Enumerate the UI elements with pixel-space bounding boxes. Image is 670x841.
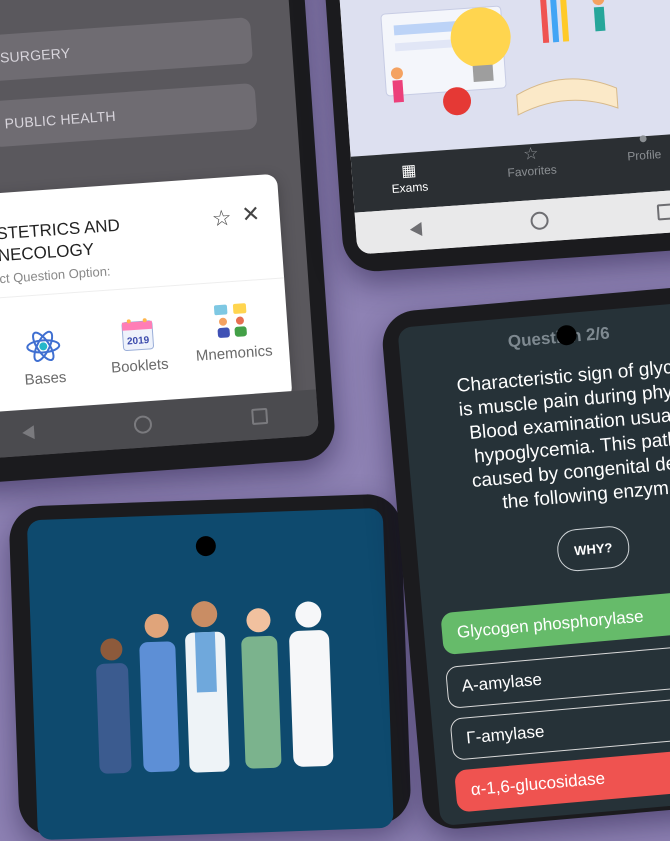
- option-label: Bases: [24, 368, 67, 389]
- sheet-subtitle: ct Question Option:: [0, 263, 111, 287]
- option-mnemonics[interactable]: Mnemonics: [186, 298, 280, 365]
- calendar-2019-icon: 2019: [121, 318, 155, 352]
- doctor-figure-1: [96, 638, 132, 774]
- phone-specialties: SURGERY PUBLIC HEALTH STETRICS AND NECOL…: [0, 0, 337, 485]
- tab-favorites[interactable]: ☆ Favorites: [490, 141, 572, 180]
- home-icon[interactable]: [529, 211, 550, 231]
- back-icon[interactable]: [21, 425, 35, 441]
- quiz-screen: Question 2/6 Characteristic sign of glyc…: [397, 300, 670, 827]
- svg-text:2019: 2019: [127, 335, 150, 348]
- tab-profile[interactable]: ● Profile: [608, 128, 670, 165]
- why-button[interactable]: WHY?: [555, 524, 631, 573]
- option-label: Mnemonics: [195, 342, 274, 365]
- doctor-figure-3: [185, 601, 230, 773]
- option-bases[interactable]: Bases: [7, 324, 81, 390]
- list-item-public-health[interactable]: PUBLIC HEALTH: [0, 82, 258, 148]
- atom-icon: [26, 330, 61, 362]
- specialties-screen: SURGERY PUBLIC HEALTH STETRICS AND NECOL…: [0, 0, 320, 460]
- doctor-figure-4: [241, 608, 282, 769]
- phone-home: ▦ Exams ☆ Favorites ● Profile: [316, 0, 670, 274]
- list-item-surgery[interactable]: SURGERY: [0, 17, 254, 82]
- question-text: Characteristic sign of glycog is muscle …: [410, 350, 670, 522]
- phone-poster: [8, 493, 412, 841]
- question-progress: Question 2/6: [507, 323, 611, 352]
- close-icon[interactable]: ✕: [241, 201, 261, 228]
- people-chat-icon: [213, 303, 247, 338]
- option-booklets[interactable]: 2019 Booklets: [98, 311, 178, 377]
- list-item-label: PUBLIC HEALTH: [4, 107, 117, 132]
- question-option-sheet: STETRICS AND NECOLOGY ct Question Option…: [0, 173, 293, 421]
- home-icon[interactable]: [133, 414, 153, 435]
- poster-screen: [26, 507, 394, 841]
- sheet-title: STETRICS AND NECOLOGY: [0, 215, 122, 268]
- phone-quiz: Question 2/6 Characteristic sign of glyc…: [379, 284, 670, 832]
- option-label: Booklets: [110, 355, 170, 377]
- doctor-figure-5: [289, 601, 334, 767]
- recents-icon[interactable]: [251, 407, 269, 425]
- answer-option-correct[interactable]: Glycogen phosphorylase: [440, 587, 670, 656]
- medical-staff-illustration: [96, 601, 334, 774]
- list-item-label: SURGERY: [0, 44, 71, 66]
- home-screen: ▦ Exams ☆ Favorites ● Profile: [331, 0, 670, 255]
- doctor-figure-2: [139, 613, 180, 773]
- star-icon[interactable]: ☆: [211, 205, 232, 232]
- tab-exams[interactable]: ▦ Exams: [373, 158, 445, 197]
- back-icon[interactable]: [409, 221, 423, 237]
- recents-icon[interactable]: [656, 203, 670, 221]
